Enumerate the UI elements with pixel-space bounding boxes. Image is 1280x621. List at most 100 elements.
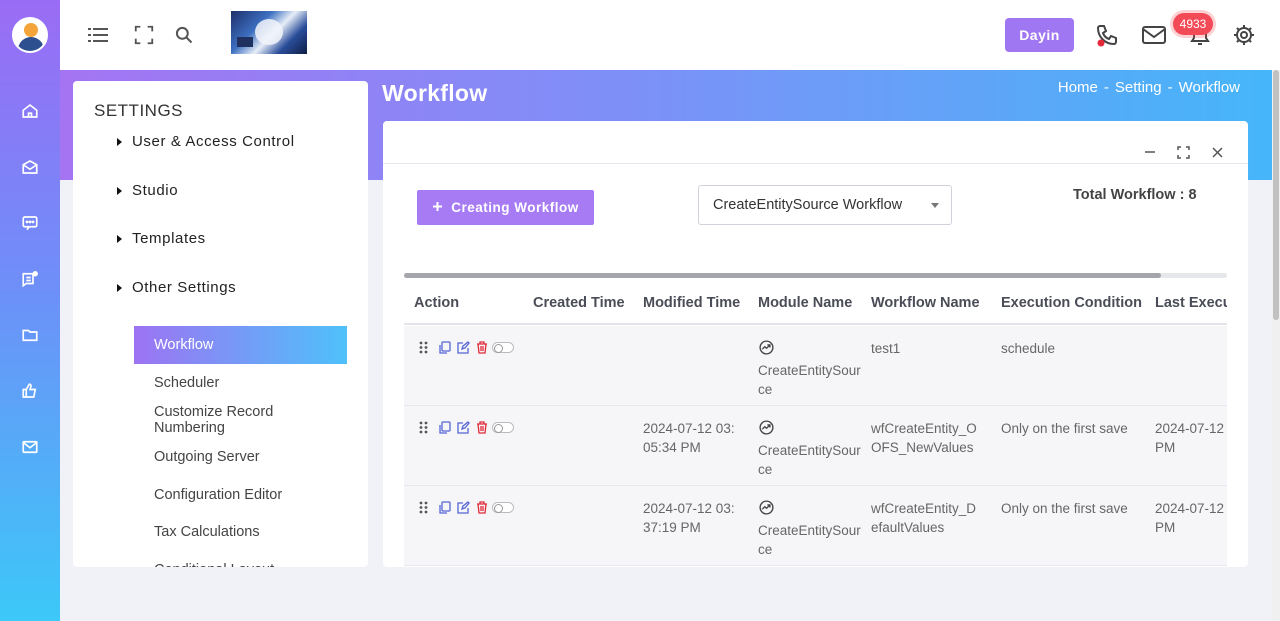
workflow-name-cell[interactable]: test1 bbox=[871, 339, 983, 358]
row-actions bbox=[419, 341, 514, 354]
module-name-cell: CreateEntitySource bbox=[758, 339, 864, 399]
modified-time-cell: 2024-07-12 03:37:19 PM bbox=[643, 501, 735, 535]
workflow-name-cell[interactable]: wfCreateEntity_OOFS_NewValues bbox=[871, 419, 983, 457]
top-bar: Dayin 4933 bbox=[60, 0, 1280, 70]
column-created-time[interactable]: Created Time bbox=[533, 295, 625, 311]
module-name-text: CreateEntitySource bbox=[758, 523, 861, 557]
settings-group-studio[interactable]: Studio bbox=[117, 182, 178, 199]
breadcrumb-setting[interactable]: Setting bbox=[1115, 79, 1162, 96]
drag-handle-icon[interactable] bbox=[419, 501, 428, 514]
module-name-text: CreateEntitySource bbox=[758, 443, 861, 477]
banner-image bbox=[231, 11, 307, 54]
module-icon bbox=[758, 419, 864, 441]
settings-group-other[interactable]: Other Settings bbox=[117, 279, 236, 296]
delete-icon[interactable] bbox=[476, 341, 488, 354]
caret-right-icon bbox=[117, 283, 122, 292]
folder-icon[interactable] bbox=[18, 323, 42, 347]
copy-icon[interactable] bbox=[438, 501, 451, 514]
breadcrumb: Home - Setting - Workflow bbox=[1058, 79, 1240, 96]
breadcrumb-home[interactable]: Home bbox=[1058, 79, 1098, 96]
module-name-cell: CreateEntitySource bbox=[758, 499, 864, 559]
table-row[interactable]: 2024-07-12 03:37:19 PM CreateEntitySourc… bbox=[404, 486, 1227, 566]
column-action[interactable]: Action bbox=[414, 295, 459, 311]
drag-handle-icon[interactable] bbox=[419, 341, 428, 354]
row-actions bbox=[419, 421, 514, 434]
notification-badge: 4933 bbox=[1173, 13, 1213, 35]
execution-condition-cell: Only on the first save bbox=[1001, 421, 1128, 436]
settings-panel: SETTINGS User & Access Control Studio Te… bbox=[73, 81, 368, 567]
settings-item-configuration-editor[interactable]: Configuration Editor bbox=[134, 476, 347, 514]
module-icon bbox=[758, 339, 864, 361]
settings-item-record-numbering[interactable]: Customize Record Numbering bbox=[134, 401, 347, 439]
menu-icon[interactable] bbox=[85, 22, 111, 48]
enable-toggle[interactable] bbox=[492, 502, 514, 513]
dayin-button[interactable]: Dayin bbox=[1005, 18, 1074, 52]
column-workflow-name[interactable]: Workflow Name bbox=[871, 295, 980, 311]
delete-icon[interactable] bbox=[476, 501, 488, 514]
caret-right-icon bbox=[117, 234, 122, 243]
home-icon[interactable] bbox=[18, 99, 42, 123]
drag-handle-icon[interactable] bbox=[419, 421, 428, 434]
row-actions bbox=[419, 501, 514, 514]
column-module-name[interactable]: Module Name bbox=[758, 295, 852, 311]
chevron-down-icon bbox=[931, 203, 939, 208]
enable-toggle[interactable] bbox=[492, 422, 514, 433]
edit-icon[interactable] bbox=[457, 341, 470, 354]
card-divider bbox=[383, 163, 1248, 164]
enable-toggle[interactable] bbox=[492, 342, 514, 353]
expand-icon[interactable] bbox=[1172, 141, 1194, 163]
fullscreen-icon[interactable] bbox=[131, 22, 157, 48]
edit-icon[interactable] bbox=[457, 421, 470, 434]
chat-icon[interactable] bbox=[18, 211, 42, 235]
module-select[interactable]: CreateEntitySource Workflow bbox=[698, 185, 952, 225]
last-executed-cell: 2024-07-12 PM bbox=[1155, 421, 1225, 455]
mail-icon[interactable] bbox=[1141, 22, 1167, 48]
workflow-name-cell[interactable]: wfCreateEntity_DefaultValues bbox=[871, 499, 983, 537]
breadcrumb-separator: - bbox=[1103, 79, 1109, 96]
copy-icon[interactable] bbox=[438, 341, 451, 354]
phone-icon[interactable] bbox=[1094, 23, 1120, 49]
table-row[interactable]: 2024-07-12 03:05:34 PM CreateEntitySourc… bbox=[404, 406, 1227, 486]
horizontal-scrollbar[interactable] bbox=[404, 273, 1227, 278]
breadcrumb-separator: - bbox=[1167, 79, 1173, 96]
plus-icon bbox=[432, 200, 443, 215]
settings-group-templates[interactable]: Templates bbox=[117, 230, 206, 247]
envelope-icon[interactable] bbox=[18, 435, 42, 459]
execution-condition-cell: schedule bbox=[1001, 341, 1056, 356]
modified-time-cell: 2024-07-12 03:05:34 PM bbox=[643, 421, 735, 455]
column-last-executed[interactable]: Last Executed bbox=[1155, 295, 1227, 311]
column-modified-time[interactable]: Modified Time bbox=[643, 295, 740, 311]
workflow-card: Creating Workflow CreateEntitySource Wor… bbox=[383, 121, 1248, 567]
search-icon[interactable] bbox=[171, 22, 197, 48]
minimize-icon[interactable] bbox=[1139, 141, 1161, 163]
message-icon[interactable] bbox=[18, 267, 42, 291]
delete-icon[interactable] bbox=[476, 421, 488, 434]
execution-condition-cell: Only on the first save bbox=[1001, 501, 1128, 516]
vertical-scrollbar[interactable] bbox=[1272, 70, 1280, 621]
module-select-value: CreateEntitySource Workflow bbox=[713, 197, 903, 213]
column-execution-condition[interactable]: Execution Condition bbox=[1001, 295, 1142, 311]
avatar[interactable] bbox=[12, 17, 48, 53]
table-row[interactable]: CreateEntitySource test1 schedule bbox=[404, 326, 1227, 406]
settings-item-workflow[interactable]: Workflow bbox=[134, 326, 347, 364]
create-workflow-label: Creating Workflow bbox=[451, 200, 579, 215]
left-rail bbox=[0, 0, 60, 621]
copy-icon[interactable] bbox=[438, 421, 451, 434]
create-workflow-button[interactable]: Creating Workflow bbox=[417, 190, 594, 225]
edit-icon[interactable] bbox=[457, 501, 470, 514]
caret-right-icon bbox=[117, 137, 122, 146]
close-icon[interactable] bbox=[1206, 141, 1228, 163]
settings-group-user-access[interactable]: User & Access Control bbox=[117, 133, 295, 150]
settings-item-outgoing-server[interactable]: Outgoing Server bbox=[134, 438, 347, 476]
gear-icon[interactable] bbox=[1231, 22, 1257, 48]
inbox-icon[interactable] bbox=[18, 155, 42, 179]
page-title: Workflow bbox=[382, 80, 488, 106]
settings-item-scheduler[interactable]: Scheduler bbox=[134, 364, 347, 402]
table-header: Action Created Time Modified Time Module… bbox=[404, 281, 1227, 325]
workflow-table: Action Created Time Modified Time Module… bbox=[404, 281, 1227, 567]
thumbs-up-icon[interactable] bbox=[18, 379, 42, 403]
module-icon bbox=[758, 499, 864, 521]
settings-item-tax-calculations[interactable]: Tax Calculations bbox=[134, 513, 347, 551]
settings-item-conditional-layout[interactable]: Conditional Layout bbox=[134, 551, 347, 567]
breadcrumb-workflow: Workflow bbox=[1178, 79, 1240, 96]
